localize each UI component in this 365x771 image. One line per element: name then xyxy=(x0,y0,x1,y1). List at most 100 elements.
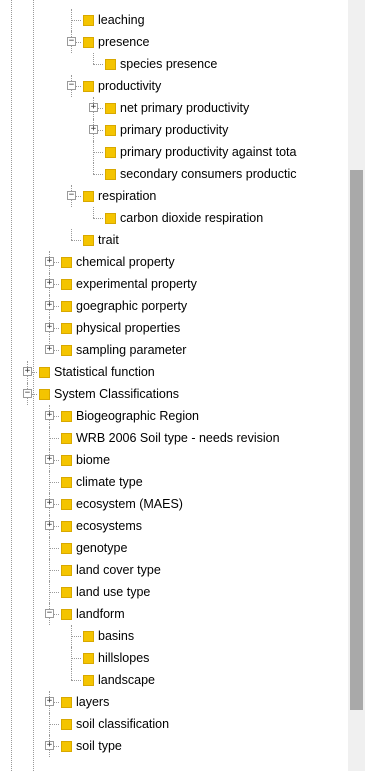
tree-node-label[interactable]: secondary consumers productic xyxy=(120,163,296,185)
folder-icon xyxy=(61,455,72,466)
expand-icon[interactable]: + xyxy=(45,455,54,464)
tree-node-label[interactable]: goegraphic porperty xyxy=(76,295,187,317)
tree-node-label[interactable]: ecosystems xyxy=(76,515,142,537)
tree-node[interactable]: + ecosystem (MAES) xyxy=(0,493,348,515)
tree-node[interactable]: secondary consumers productic xyxy=(0,163,348,185)
tree-node-label[interactable]: physical properties xyxy=(76,317,180,339)
tree-node[interactable]: climate type xyxy=(0,471,348,493)
scrollbar-thumb[interactable] xyxy=(350,170,363,710)
tree-node-label[interactable]: Statistical function xyxy=(54,361,155,383)
tree-node[interactable]: basins xyxy=(0,625,348,647)
tree-node[interactable]: soil classification xyxy=(0,713,348,735)
tree-node[interactable]: land cover type xyxy=(0,559,348,581)
tree-node-label[interactable]: species presence xyxy=(120,53,217,75)
tree-node[interactable]: land use type xyxy=(0,581,348,603)
expand-icon[interactable]: + xyxy=(45,741,54,750)
expand-icon[interactable]: + xyxy=(45,345,54,354)
tree-node[interactable]: + ecosystems xyxy=(0,515,348,537)
tree-node[interactable]: + soil type xyxy=(0,735,348,757)
tree-node[interactable]: trait xyxy=(0,229,348,251)
tree-node[interactable]: + Statistical function xyxy=(0,361,348,383)
tree-node[interactable]: primary productivity against tota xyxy=(0,141,348,163)
tree-node-label[interactable]: basins xyxy=(98,625,134,647)
expand-icon[interactable]: + xyxy=(45,411,54,420)
tree-node[interactable]: + biome xyxy=(0,449,348,471)
tree-node-label[interactable]: primary productivity against tota xyxy=(120,141,296,163)
tree-node[interactable]: − respiration xyxy=(0,185,348,207)
expand-icon[interactable]: + xyxy=(89,103,98,112)
tree-node-label[interactable]: landscape xyxy=(98,669,155,691)
tree-node-label[interactable]: land cover type xyxy=(76,559,161,581)
tree-node-label[interactable]: trait xyxy=(98,229,119,251)
tree-node-label[interactable]: System Classifications xyxy=(54,383,179,405)
tree-node[interactable]: − System Classifications xyxy=(0,383,348,405)
tree-node[interactable]: + net primary productivity xyxy=(0,97,348,119)
tree-node-label[interactable]: chemical property xyxy=(76,251,175,273)
tree-node-label[interactable]: presence xyxy=(98,31,149,53)
tree-node-label[interactable]: soil type xyxy=(76,735,122,757)
expand-icon[interactable]: + xyxy=(89,125,98,134)
tree-node-label[interactable]: climate type xyxy=(76,471,143,493)
tree-node[interactable]: WRB 2006 Soil type - needs revision xyxy=(0,427,348,449)
tree-node[interactable]: − presence xyxy=(0,31,348,53)
tree-node-label[interactable]: soil classification xyxy=(76,713,169,735)
tree-node-label[interactable]: leaching xyxy=(98,9,145,31)
tree-node-label[interactable]: biome xyxy=(76,449,110,471)
folder-icon xyxy=(83,631,94,642)
tree-node-label[interactable]: landform xyxy=(76,603,125,625)
folder-icon xyxy=(61,257,72,268)
tree-node[interactable]: carbon dioxide respiration xyxy=(0,207,348,229)
tree-node[interactable]: + layers xyxy=(0,691,348,713)
tree-node-label[interactable]: land use type xyxy=(76,581,150,603)
tree-node-label[interactable]: Biogeographic Region xyxy=(76,405,199,427)
tree-node[interactable]: − productivity xyxy=(0,75,348,97)
tree-node[interactable]: leaching xyxy=(0,9,348,31)
tree-node[interactable]: + experimental property xyxy=(0,273,348,295)
tree-node[interactable]: + chemical property xyxy=(0,251,348,273)
expand-icon[interactable]: + xyxy=(23,367,32,376)
tree-node[interactable]: + goegraphic porperty xyxy=(0,295,348,317)
tree-node-label[interactable]: layers xyxy=(76,691,109,713)
folder-icon xyxy=(61,301,72,312)
expand-icon[interactable]: + xyxy=(45,301,54,310)
tree-node[interactable]: − landform xyxy=(0,603,348,625)
folder-icon xyxy=(61,565,72,576)
collapse-icon[interactable]: − xyxy=(67,191,76,200)
folder-icon xyxy=(61,521,72,532)
folder-icon xyxy=(61,477,72,488)
tree-node-label[interactable]: genotype xyxy=(76,537,127,559)
expand-icon[interactable]: + xyxy=(45,499,54,508)
tree-node[interactable]: hillslopes xyxy=(0,647,348,669)
tree-node[interactable]: + sampling parameter xyxy=(0,339,348,361)
tree-node[interactable]: + primary productivity xyxy=(0,119,348,141)
tree-node-label[interactable]: WRB 2006 Soil type - needs revision xyxy=(76,427,280,449)
folder-icon xyxy=(61,719,72,730)
expand-icon[interactable]: + xyxy=(45,323,54,332)
tree-node[interactable]: + Biogeographic Region xyxy=(0,405,348,427)
folder-icon xyxy=(105,213,116,224)
tree-node-label[interactable]: experimental property xyxy=(76,273,197,295)
tree-node-label[interactable]: net primary productivity xyxy=(120,97,249,119)
tree-node-label[interactable]: primary productivity xyxy=(120,119,228,141)
tree-node[interactable]: + physical properties xyxy=(0,317,348,339)
folder-icon xyxy=(61,433,72,444)
tree-node-label[interactable]: carbon dioxide respiration xyxy=(120,207,263,229)
collapse-icon[interactable]: − xyxy=(45,609,54,618)
tree-node[interactable]: species presence xyxy=(0,53,348,75)
collapse-icon[interactable]: − xyxy=(67,37,76,46)
tree-node-label[interactable]: productivity xyxy=(98,75,161,97)
collapse-icon[interactable]: − xyxy=(23,389,32,398)
tree-node-label[interactable]: hillslopes xyxy=(98,647,149,669)
expand-icon[interactable]: + xyxy=(45,521,54,530)
tree-node[interactable]: landscape xyxy=(0,669,348,691)
tree-node-label[interactable]: sampling parameter xyxy=(76,339,186,361)
tree-node-label[interactable]: respiration xyxy=(98,185,156,207)
tree-node-label[interactable]: ecosystem (MAES) xyxy=(76,493,183,515)
expand-icon[interactable]: + xyxy=(45,279,54,288)
expand-icon[interactable]: + xyxy=(45,697,54,706)
vertical-scrollbar[interactable] xyxy=(348,0,365,771)
folder-icon xyxy=(61,323,72,334)
expand-icon[interactable]: + xyxy=(45,257,54,266)
tree-node[interactable]: genotype xyxy=(0,537,348,559)
collapse-icon[interactable]: − xyxy=(67,81,76,90)
